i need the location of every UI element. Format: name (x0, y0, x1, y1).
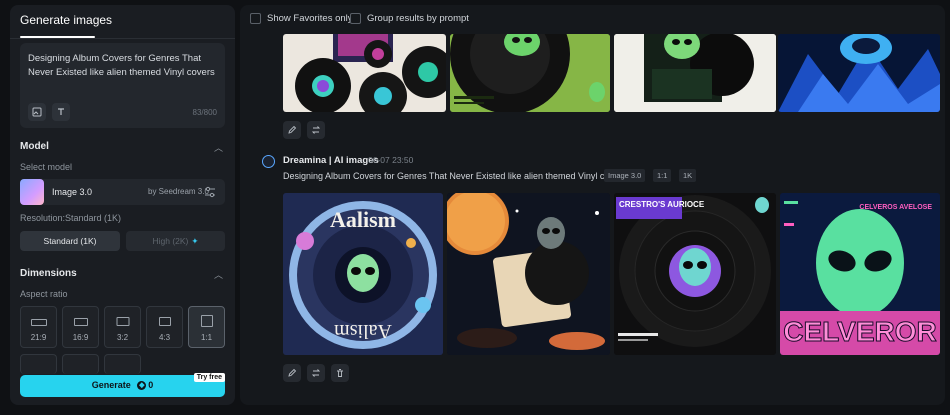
result-image[interactable] (614, 34, 776, 112)
select-model-label: Select model (20, 162, 73, 172)
vinyl-cover-image (295, 34, 446, 112)
vinyl-cover-image: CELVEROR CELVEROS AVELOSE (780, 193, 940, 355)
generation-author: Dreamina | AI images (283, 155, 379, 166)
model-name: Image 3.0 (52, 187, 93, 197)
ratio-label: 1:1 (200, 333, 213, 342)
result-image[interactable] (450, 34, 610, 112)
vinyl-cover-image (450, 34, 610, 112)
ratio-label: 16:9 (72, 333, 89, 342)
ratio-label: 4:3 (158, 333, 171, 342)
checkbox[interactable] (250, 13, 261, 24)
image-reference-button[interactable] (28, 103, 46, 121)
vinyl-cover-image: Aalism Aalism (283, 193, 443, 355)
refresh-icon (311, 369, 321, 377)
model-thumbnail (20, 179, 44, 205)
delete-button[interactable] (331, 364, 349, 382)
tab-generate-images[interactable]: Generate images (20, 13, 112, 27)
cover-title: CRESTRO'S AURIOCE (619, 200, 705, 209)
ratio-shape (116, 317, 129, 326)
ratio-option[interactable] (62, 354, 99, 374)
tag-resolution: 1K (679, 169, 697, 182)
tag-model: Image 3.0 (604, 169, 646, 182)
model-provider: by Seedream 3.0 (148, 187, 209, 196)
aspect-ratio-label: Aspect ratio (20, 289, 68, 299)
vinyl-cover-image: CRESTRO'S AURIOCE (614, 193, 776, 355)
results-area: Show Favorites only Group results by pro… (240, 5, 945, 405)
favorites-label: Show Favorites only (267, 13, 353, 24)
refresh-icon (311, 126, 321, 134)
ratio-label: 3:2 (116, 333, 129, 342)
result-image[interactable] (283, 34, 446, 112)
ratio-shape (30, 319, 47, 326)
cover-title: Aalism (330, 207, 396, 232)
ratio-shape (200, 315, 213, 327)
vinyl-cover-image (447, 193, 610, 355)
ratio-label: 21:9 (30, 333, 47, 342)
panel-header: Generate images (10, 5, 235, 39)
favorites-filter[interactable]: Show Favorites only (250, 13, 353, 24)
result-image[interactable] (447, 193, 610, 355)
tab-underline (20, 36, 95, 38)
prompt-input[interactable]: Designing Album Covers for Genres That N… (20, 43, 225, 128)
prompt-text[interactable]: Designing Album Covers for Genres That N… (28, 52, 218, 80)
ratio-1-1[interactable]: 1:1 (188, 306, 225, 348)
ratio-shape (73, 318, 88, 326)
model-section-title: Model (20, 141, 49, 152)
generate-label: Generate (91, 380, 131, 390)
resolution-label: Resolution:Standard (1K) (20, 213, 122, 223)
pencil-icon (288, 125, 297, 134)
res-high-label: High (2K) (152, 236, 189, 246)
group-label: Group results by prompt (367, 13, 469, 24)
group-filter[interactable]: Group results by prompt (350, 13, 469, 24)
dimensions-section-title: Dimensions (20, 268, 77, 279)
text-style-button[interactable] (52, 103, 70, 121)
result-image[interactable]: CELVEROR CELVEROS AVELOSE (780, 193, 940, 355)
regenerate-button[interactable] (307, 364, 325, 382)
result-image[interactable]: CRESTRO'S AURIOCE (614, 193, 776, 355)
text-icon (58, 108, 64, 115)
avatar (262, 155, 275, 168)
vinyl-cover-image (614, 34, 776, 112)
ratio-option[interactable] (104, 354, 141, 374)
sliders-icon[interactable] (203, 185, 217, 199)
ratio-16-9[interactable]: 16:9 (62, 306, 99, 348)
ratio-3-2[interactable]: 3:2 (104, 306, 141, 348)
char-count: 83/800 (192, 108, 217, 117)
cover-subtitle: CELVEROS AVELOSE (859, 204, 932, 211)
cover-title-mirrored: Aalism (334, 320, 392, 342)
resolution-high-button[interactable]: High (2K) ✦ (126, 231, 225, 251)
trash-icon (337, 369, 343, 377)
image-ref-icon (32, 107, 42, 117)
ratio-option[interactable] (20, 354, 57, 374)
ratio-shape (158, 317, 171, 326)
model-selector[interactable]: Image 3.0 by Seedream 3.0 (20, 179, 225, 205)
res-standard-label: Standard (1K) (43, 236, 97, 246)
try-free-badge: Try free (193, 373, 225, 382)
generate-button[interactable]: Generate ◆ 0 Try free (20, 373, 225, 397)
regenerate-button[interactable] (307, 121, 325, 139)
ratio-21-9[interactable]: 21:9 (20, 306, 57, 348)
generation-prompt[interactable]: Designing Album Covers for Genres That N… (283, 171, 626, 181)
generate-cost: 0 (148, 380, 154, 390)
sparkle-icon: ✦ (191, 235, 199, 246)
edit-button[interactable] (283, 364, 301, 382)
ratio-4-3[interactable]: 4:3 (146, 306, 183, 348)
tag-ratio: 1:1 (653, 169, 672, 182)
chevron-up-icon[interactable]: ︿ (214, 268, 223, 281)
pencil-icon (288, 368, 297, 377)
result-image[interactable]: Aalism Aalism (283, 193, 443, 355)
vinyl-cover-image (778, 34, 940, 112)
generation-date: 06-07 23:50 (368, 155, 414, 165)
cover-title: CELVEROR (783, 316, 937, 347)
resolution-standard-button[interactable]: Standard (1K) (20, 231, 120, 251)
checkbox[interactable] (350, 13, 361, 24)
result-image[interactable] (778, 34, 940, 112)
credit-icon: ◆ (137, 381, 147, 391)
generate-panel: Generate images Designing Album Covers f… (10, 5, 235, 405)
edit-button[interactable] (283, 121, 301, 139)
chevron-up-icon[interactable]: ︿ (214, 141, 223, 154)
